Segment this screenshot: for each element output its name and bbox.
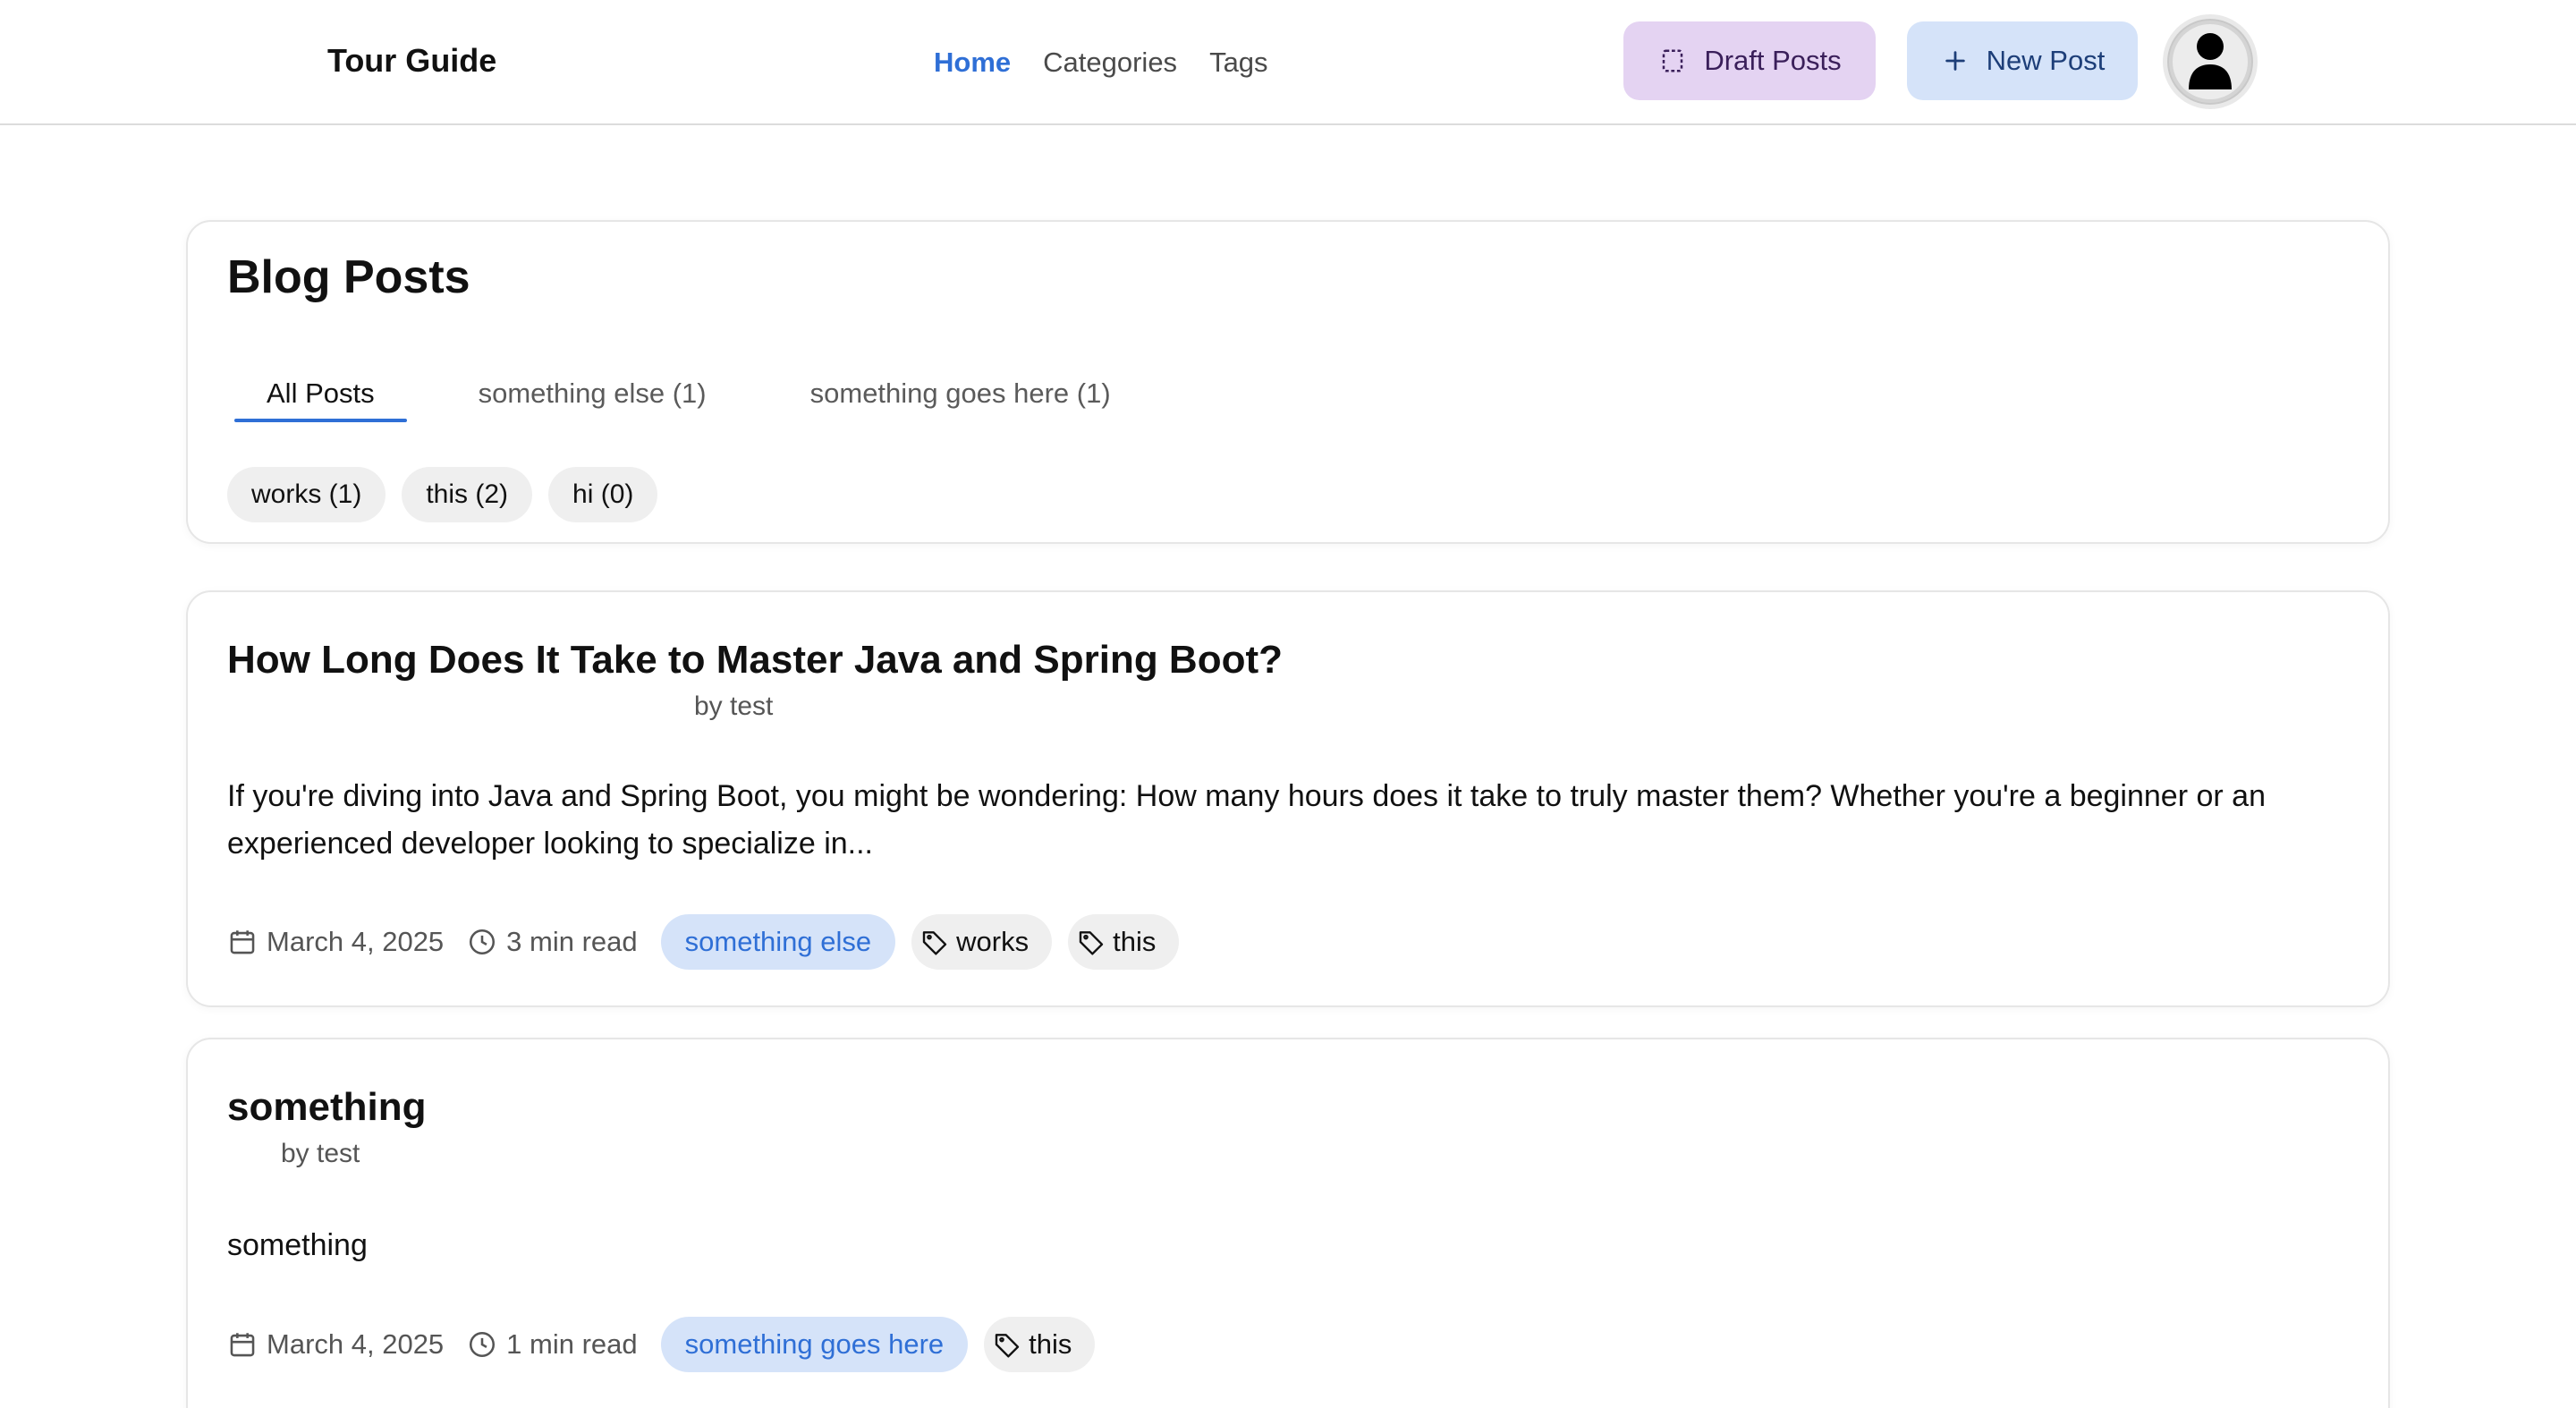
calendar-icon	[230, 930, 255, 954]
category-tabs: All Posts something else (1) something g…	[234, 376, 1143, 422]
tab-something-goes-here[interactable]: something goes here (1)	[778, 376, 1143, 422]
draft-posts-label: Draft Posts	[1704, 45, 1842, 76]
post-date-text: March 4, 2025	[267, 1328, 445, 1360]
post-category-badge[interactable]: something goes here	[660, 1317, 969, 1372]
post-title[interactable]: How Long Does It Take to Master Java and…	[227, 635, 1283, 685]
tag-filter-works[interactable]: works (1)	[227, 467, 386, 522]
tab-something-else[interactable]: something else (1)	[446, 376, 739, 422]
post-read-time-text: 1 min read	[506, 1328, 638, 1360]
tag-filter-hi[interactable]: hi (0)	[548, 467, 658, 522]
page-title: Blog Posts	[227, 251, 470, 303]
post-read-time: 1 min read	[467, 1328, 638, 1361]
clock-icon	[470, 1331, 496, 1358]
post-category-badge[interactable]: something else	[660, 914, 896, 970]
dashed-square-icon	[1657, 46, 1688, 76]
post-author: by test	[281, 1139, 360, 1168]
post-tag[interactable]: this	[984, 1317, 1096, 1372]
clock-icon	[470, 929, 496, 955]
post-meta: March 4, 2025 3 min read something else …	[227, 914, 1195, 970]
tab-all-posts[interactable]: All Posts	[234, 376, 407, 422]
blog-filters-card: Blog Posts All Posts something else (1) …	[186, 220, 2390, 544]
post-read-time: 3 min read	[467, 926, 638, 958]
nav-tags[interactable]: Tags	[1209, 43, 1267, 82]
brand-logo[interactable]: Tour Guide	[327, 41, 496, 81]
post-date: March 4, 2025	[227, 1328, 444, 1361]
post-tag-label: works	[956, 926, 1030, 957]
user-icon	[2173, 24, 2248, 99]
user-avatar[interactable]	[2163, 14, 2258, 109]
post-card[interactable]: How Long Does It Take to Master Java and…	[186, 590, 2390, 1007]
plus-icon	[1940, 46, 1970, 76]
post-excerpt: If you're diving into Java and Spring Bo…	[227, 779, 2266, 861]
post-meta: March 4, 2025 1 min read something goes …	[227, 1317, 1111, 1372]
post-date-text: March 4, 2025	[267, 926, 445, 957]
tag-icon	[922, 931, 947, 955]
tag-filter-this[interactable]: this (2)	[402, 467, 533, 522]
tag-icon	[1079, 931, 1104, 955]
post-tag[interactable]: works	[911, 914, 1053, 970]
post-read-time-text: 3 min read	[506, 926, 638, 957]
nav-categories[interactable]: Categories	[1043, 43, 1177, 82]
tag-filter-list: works (1) this (2) hi (0)	[227, 467, 674, 522]
main-nav: Home Categories Tags	[934, 43, 1301, 82]
post-date: March 4, 2025	[227, 926, 444, 958]
draft-posts-button[interactable]: Draft Posts	[1623, 21, 1876, 100]
post-title[interactable]: something	[227, 1082, 426, 1132]
post-tag-label: this	[1113, 926, 1157, 957]
post-tag-label: this	[1029, 1328, 1072, 1360]
new-post-button[interactable]: New Post	[1907, 21, 2138, 100]
post-tag[interactable]: this	[1068, 914, 1180, 970]
tag-icon	[995, 1334, 1020, 1358]
post-author: by test	[694, 691, 774, 721]
calendar-icon	[230, 1333, 255, 1357]
new-post-label: New Post	[1986, 45, 2106, 76]
post-excerpt: something	[227, 1228, 368, 1262]
top-navbar: Tour Guide Home Categories Tags Draft Po…	[0, 0, 2576, 125]
post-card[interactable]: something by test something March 4, 202…	[186, 1038, 2390, 1408]
nav-home[interactable]: Home	[934, 43, 1011, 82]
